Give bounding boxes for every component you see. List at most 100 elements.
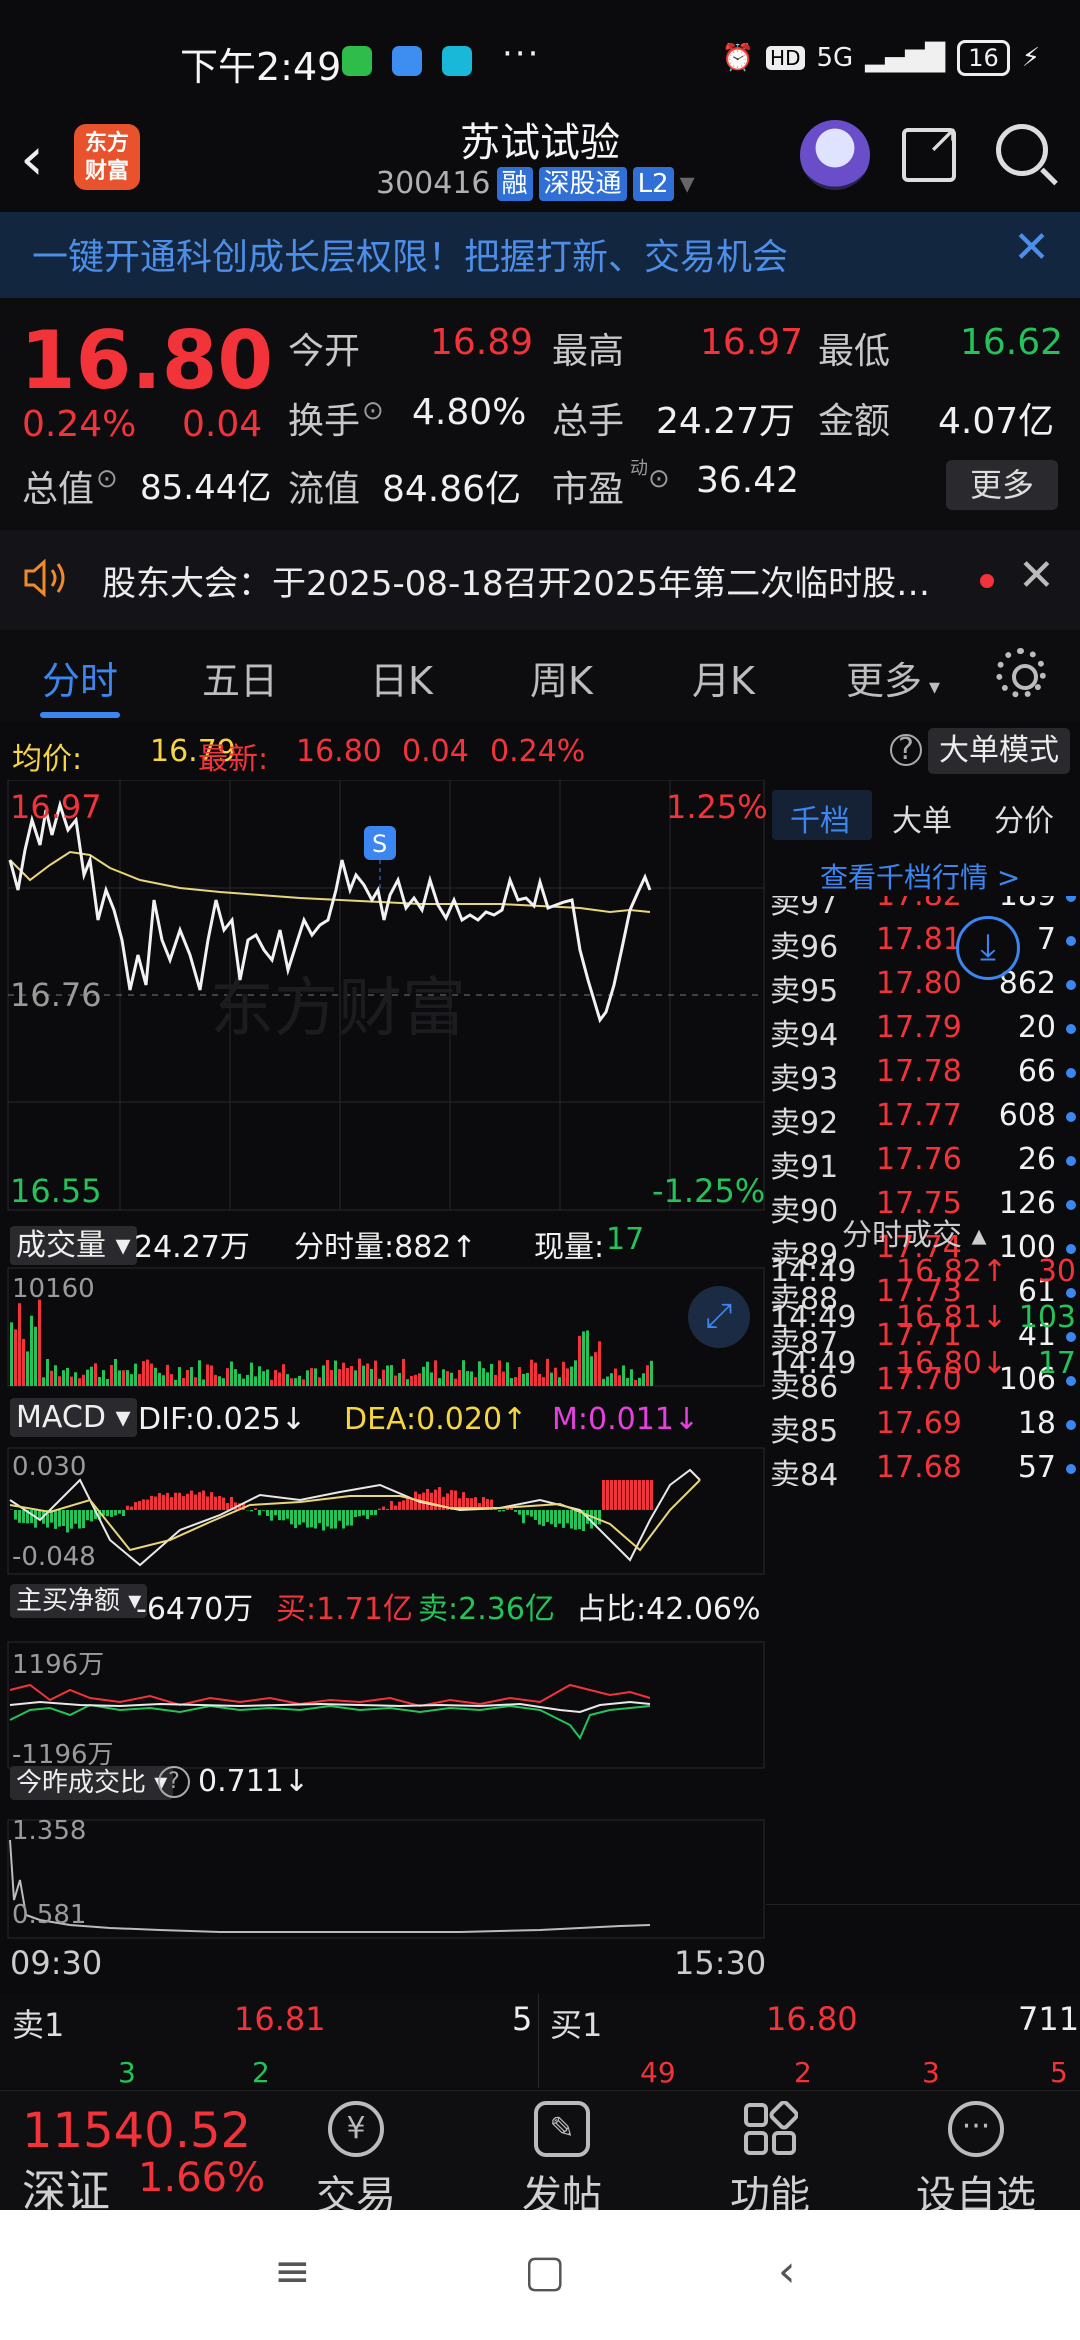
more-button[interactable]: 更多 <box>946 460 1058 510</box>
info-icon[interactable]: ⊙ <box>362 396 384 426</box>
book-tab-big-order[interactable]: 大单 <box>892 796 952 840</box>
info-icon[interactable]: ⊙ <box>648 464 670 494</box>
macd-bar <box>310 1510 313 1528</box>
volume-bar <box>266 1369 269 1386</box>
volume-bar <box>418 1373 421 1386</box>
tab-daily-k[interactable]: 日K <box>370 650 433 705</box>
tab-intraday[interactable]: 分时 <box>42 650 118 705</box>
book-row[interactable]: 卖85 17.69 18 <box>766 1406 1080 1450</box>
help-icon[interactable]: ? <box>890 734 922 766</box>
volume-bar <box>346 1368 349 1386</box>
volume-bar <box>354 1370 357 1386</box>
volume-bar <box>390 1365 393 1386</box>
connect-tag: 深股通 <box>538 166 627 201</box>
book-row[interactable]: 卖92 17.77 608 <box>766 1098 1080 1142</box>
close-icon[interactable]: ✕ <box>1013 222 1050 273</box>
menu-icon[interactable]: ≡ <box>274 2246 311 2297</box>
macd-grid <box>7 1447 765 1575</box>
tick-row: 14:49 16.81↓ 103 <box>766 1300 1080 1344</box>
book-row[interactable]: 卖91 17.76 26 <box>766 1142 1080 1186</box>
mcap-label: 总值 <box>22 469 95 510</box>
macd-bar <box>318 1510 321 1524</box>
hd-icon: HD <box>766 46 805 70</box>
big-order-mode-button[interactable]: 大单模式 <box>928 728 1070 774</box>
book-row[interactable]: 卖93 17.78 66 <box>766 1054 1080 1098</box>
volume-bar <box>646 1365 649 1386</box>
flow-indicator-select[interactable]: 主买净额 ▾ <box>10 1584 148 1618</box>
download-arrow-icon[interactable]: ⤓ <box>956 916 1020 980</box>
book-tab-depth[interactable]: 千档 <box>790 796 850 840</box>
help-icon[interactable]: ? <box>158 1766 190 1798</box>
index-pct[interactable]: 1.66% <box>138 2155 265 2201</box>
info-icon[interactable]: ⊙ <box>96 464 118 494</box>
price-high-label: 16.97 <box>10 788 102 826</box>
index-value[interactable]: 11540.52 <box>22 2103 251 2159</box>
macd-bar <box>154 1496 157 1510</box>
assistant-robot-icon[interactable] <box>800 120 870 190</box>
chart-canvas[interactable]: 东方财富 S <box>0 780 766 1990</box>
volume-bar <box>470 1371 473 1386</box>
current-volume: 17 <box>606 1222 645 1257</box>
book-level: 卖85 <box>770 1414 839 1449</box>
book-list[interactable]: 卖9717.82189卖9617.817卖9517.80862卖9417.792… <box>766 896 1080 1486</box>
volume-bar <box>102 1370 105 1386</box>
macd-bar <box>638 1480 641 1510</box>
macd-bar <box>254 1508 257 1510</box>
book-row[interactable]: 卖94 17.79 20 <box>766 1010 1080 1054</box>
tab-five-day[interactable]: 五日 <box>202 650 278 705</box>
nav-watchlist[interactable]: ··· 设自选 <box>906 2101 1046 2221</box>
bid-detail-4: 5 <box>1050 2056 1068 2089</box>
macd-bar <box>66 1510 69 1533</box>
home-icon[interactable]: ▢ <box>524 2246 566 2297</box>
macd-bar <box>646 1480 649 1510</box>
book-row[interactable]: 卖95 17.80 862 <box>766 966 1080 1010</box>
notice-bar[interactable]: 股东大会：于2025-08-18召开2025年第二次临时股… ✕ <box>0 530 1080 630</box>
ratio-indicator-select[interactable]: 今昨成交比 ▾ <box>10 1766 174 1800</box>
last-value: 16.80 <box>296 734 382 769</box>
nav-functions[interactable]: 功能 <box>700 2100 840 2221</box>
macd-bar <box>142 1499 145 1510</box>
gear-icon[interactable] <box>996 648 1046 698</box>
expand-icon[interactable]: ⤢ <box>688 1286 750 1348</box>
nav-trade[interactable]: ¥ 交易 <box>286 2101 426 2221</box>
nav-post[interactable]: ✎ 发帖 <box>492 2101 632 2221</box>
volume-bar <box>310 1368 313 1386</box>
tab-monthly-k[interactable]: 月K <box>692 650 755 705</box>
macd-bar <box>214 1496 217 1510</box>
stock-code-row[interactable]: 300416 融 深股通 L2 ▾ <box>376 166 695 201</box>
macd-indicator-select[interactable]: MACD ▾ <box>10 1398 137 1437</box>
tab-more[interactable]: 更多 ▾ <box>846 650 940 705</box>
share-icon[interactable] <box>902 116 960 182</box>
turnover-label: 换手 <box>288 401 361 442</box>
macd-bar <box>554 1510 557 1528</box>
volume-bar <box>462 1360 465 1386</box>
search-icon[interactable] <box>996 124 1048 176</box>
book-volume: 608 <box>998 1098 1056 1133</box>
macd-bar <box>158 1493 161 1510</box>
book-row[interactable]: 卖97 17.82 189 <box>766 896 1080 922</box>
tab-weekly-k[interactable]: 周K <box>530 650 593 705</box>
volume-indicator-select[interactable]: 成交量 ▾ <box>10 1226 137 1265</box>
volume-bar <box>34 1326 37 1386</box>
volume-bar <box>626 1377 629 1386</box>
macd-bar <box>598 1510 601 1525</box>
book-tab-price-dist[interactable]: 分价 <box>994 796 1054 840</box>
promo-text[interactable]: 一键开通科创成长层权限！把握打新、交易机会 <box>32 228 788 280</box>
volume-bar <box>414 1374 417 1386</box>
macd-bar <box>522 1510 525 1524</box>
book-row[interactable]: 卖84 17.68 57 <box>766 1450 1080 1486</box>
charging-icon: ⚡ <box>1021 43 1040 73</box>
intraday-chart[interactable]: 东方财富 S 16.97 1.25% 16.76 16.55 -1.25% 成交… <box>0 780 768 1990</box>
book-row[interactable]: 卖96 17.81 7 <box>766 922 1080 966</box>
book-price: 17.76 <box>876 1142 962 1177</box>
volume-bar <box>142 1361 145 1386</box>
macd-bar <box>326 1510 329 1527</box>
view-depth-link[interactable]: 查看千档行情 > <box>820 856 1020 896</box>
promo-banner[interactable]: 一键开通科创成长层权限！把握打新、交易机会 ✕ <box>0 212 1080 298</box>
close-icon[interactable]: ✕ <box>1018 550 1055 601</box>
pe-value: 36.42 <box>696 460 800 501</box>
ticks-header[interactable]: 分时成交 ▴ <box>842 1210 987 1254</box>
volume-label: 总手 <box>552 401 625 442</box>
notice-text[interactable]: 股东大会：于2025-08-18召开2025年第二次临时股… <box>102 556 930 605</box>
back-nav-icon[interactable]: ‹ <box>778 2246 796 2297</box>
